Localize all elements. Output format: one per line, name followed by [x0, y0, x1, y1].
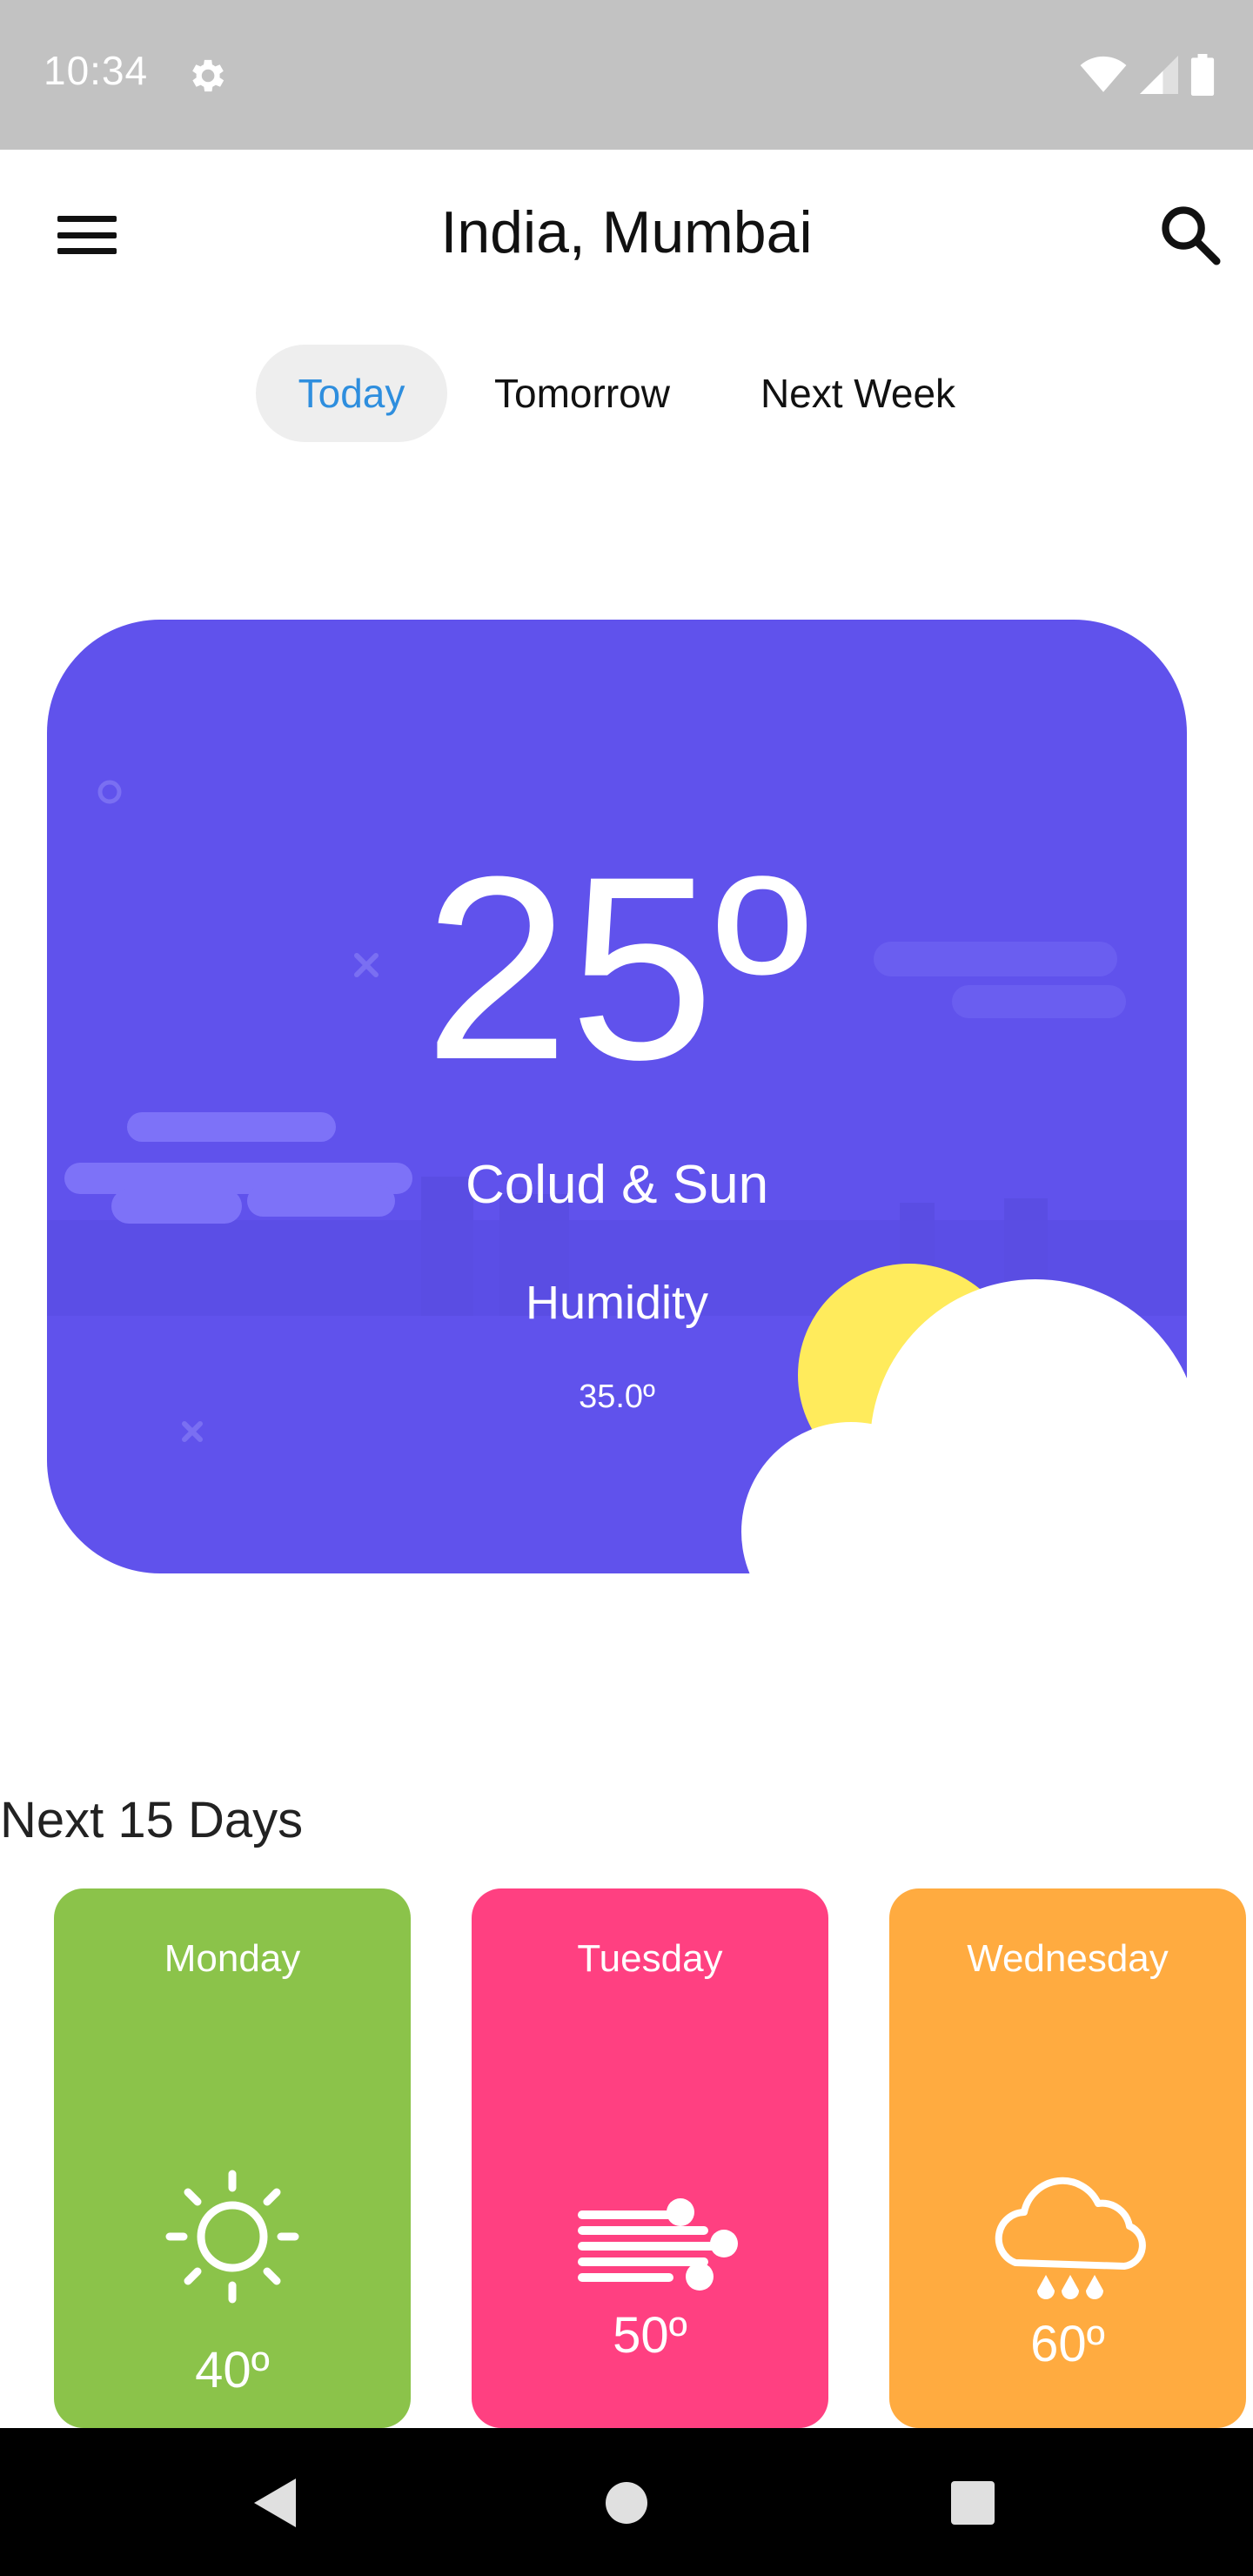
- status-bar: 10:34: [0, 0, 1253, 150]
- day-temperature: 50º: [613, 2307, 687, 2364]
- day-name: Wednesday: [967, 1937, 1169, 1980]
- forecast-title: Next 15 Days: [0, 1792, 304, 1848]
- day-name: Monday: [164, 1937, 301, 1980]
- wifi-icon: [1080, 56, 1127, 92]
- page-title: India, Mumbai: [440, 199, 813, 265]
- day-temperature: 40º: [195, 2342, 270, 2398]
- home-icon[interactable]: [604, 2480, 649, 2526]
- forecast-card-monday[interactable]: Monday 40º: [54, 1888, 411, 2428]
- forecast-card-tuesday[interactable]: Tuesday 50º: [472, 1888, 828, 2428]
- tab-next-week[interactable]: Next Week: [727, 345, 988, 442]
- day-tabs: Today Tomorrow Next Week: [0, 345, 1253, 442]
- wind-icon: [578, 2198, 738, 2291]
- back-icon[interactable]: [252, 2477, 298, 2529]
- sun-cloud-icon: [741, 1264, 1209, 1610]
- search-icon[interactable]: [1157, 202, 1223, 268]
- status-time: 10:34: [44, 48, 149, 93]
- rain-cloud-icon: [995, 2177, 1146, 2299]
- status-icons: [1079, 54, 1215, 96]
- day-name: Tuesday: [577, 1937, 723, 1980]
- battery-icon: [1190, 54, 1215, 96]
- signal-icon: [1140, 56, 1178, 94]
- recents-icon[interactable]: [950, 2480, 995, 2526]
- sun-icon: [165, 2170, 299, 2304]
- system-nav-bar: [0, 2428, 1253, 2576]
- weather-condition: Colud & Sun: [465, 1155, 769, 1215]
- current-temperature: 25º: [424, 822, 810, 1114]
- day-temperature: 60º: [1030, 2316, 1105, 2372]
- forecast-card-wednesday[interactable]: Wednesday 60º: [889, 1888, 1246, 2428]
- tab-today[interactable]: Today: [256, 345, 447, 442]
- gear-icon: [192, 59, 224, 92]
- tab-tomorrow[interactable]: Tomorrow: [466, 345, 698, 442]
